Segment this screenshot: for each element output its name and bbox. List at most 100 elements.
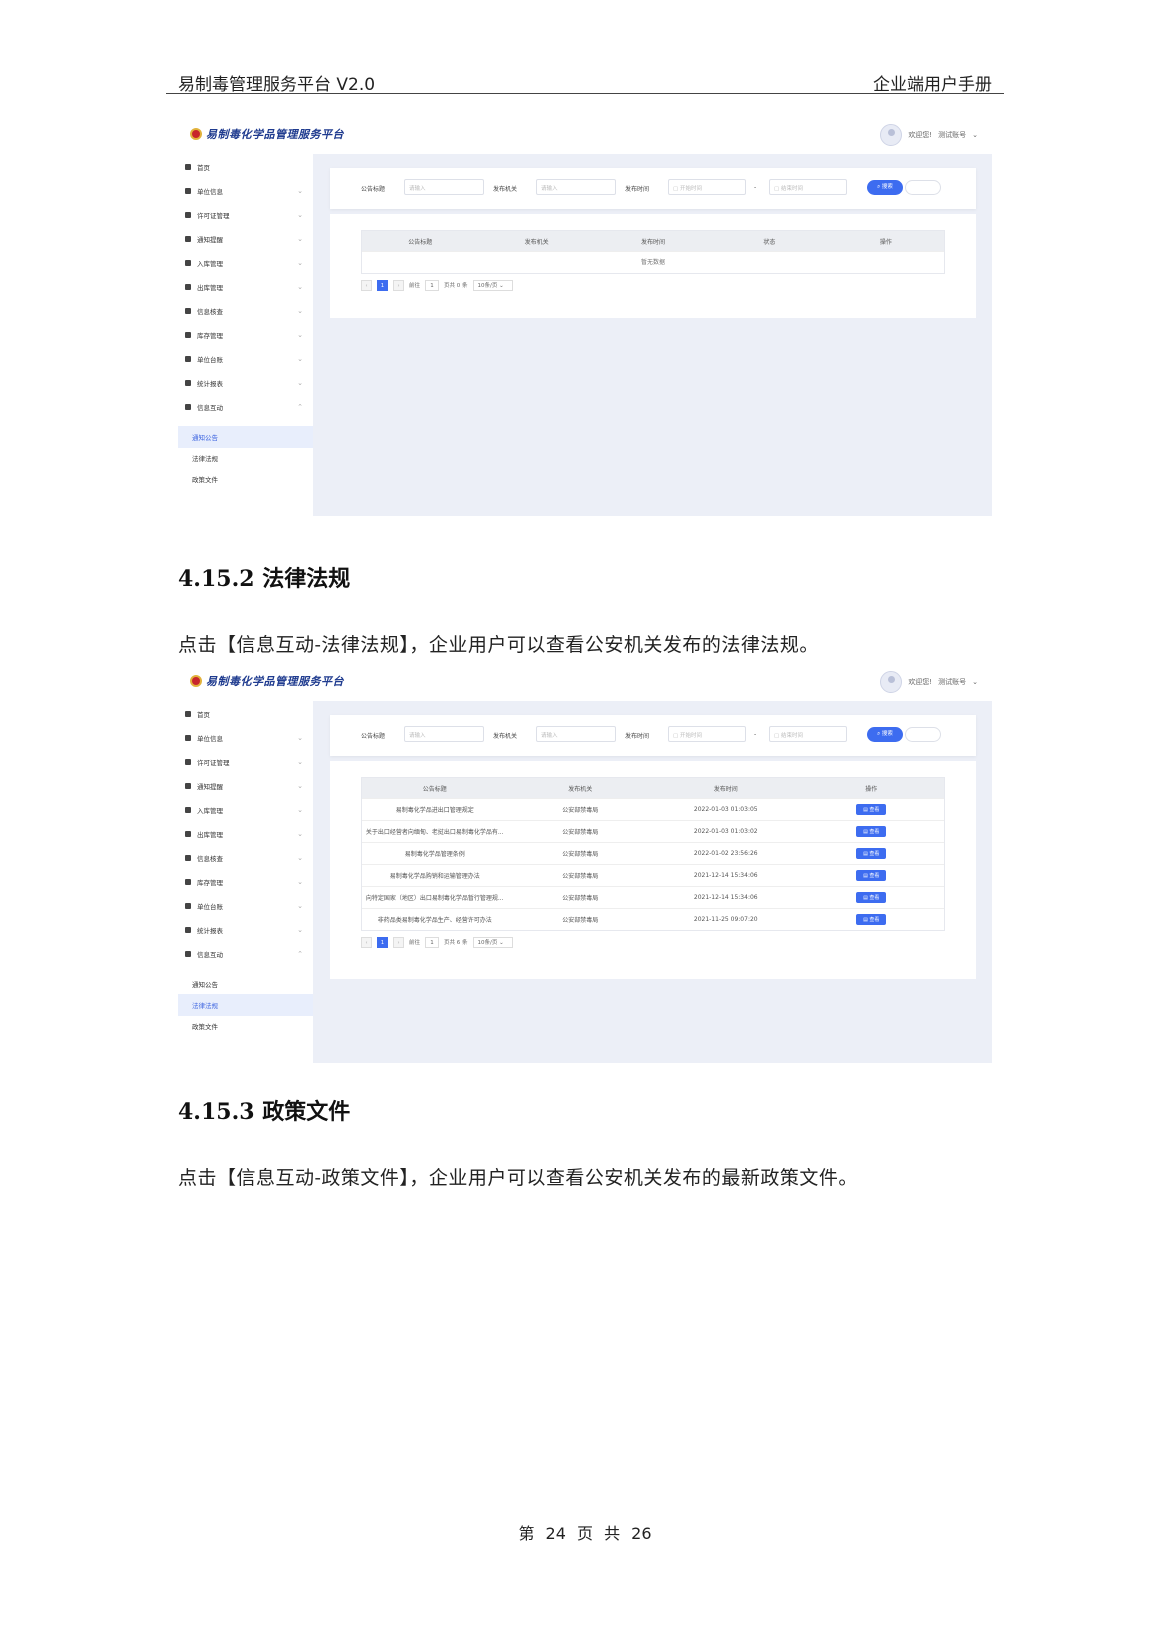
page-size-select[interactable]: 10条/页 ⌄ <box>472 936 513 948</box>
pagination: ‹ 1 › 前往 1 页共 0 条 10条/页 ⌄ <box>361 276 513 294</box>
chevron-down-icon: ⌄ <box>297 926 303 934</box>
main-content: 公告标题 请输入 发布机关 请输入 发布时间 ▢ 开始时间 - ▢ 结束时间 ⌕ 搜索 公告标题… <box>313 701 992 1063</box>
end-date-input[interactable]: ▢ 结束时间 <box>769 726 847 742</box>
empty-state: 暂无数据 <box>362 251 944 273</box>
org-input[interactable]: 请输入 <box>536 726 616 742</box>
police-emblem-icon <box>190 675 202 687</box>
user-name[interactable]: 测试账号 <box>938 677 966 687</box>
date-separator: - <box>754 731 757 738</box>
sidebar-item-label: 单位台账 <box>197 903 223 911</box>
title-input[interactable]: 请输入 <box>404 179 484 195</box>
sidebar-item-label: 库存管理 <box>197 879 223 887</box>
view-button[interactable]: ▤ 查看 <box>856 892 887 903</box>
prev-page-button[interactable]: ‹ <box>361 279 372 291</box>
view-button[interactable]: ▤ 查看 <box>856 914 887 925</box>
menu-item-icon <box>185 855 191 861</box>
sidebar-item-label: 统计报表 <box>197 380 223 388</box>
chevron-down-icon: ⌄ <box>297 259 303 267</box>
page-jump-input[interactable]: 1 <box>425 279 440 291</box>
sidebar-item[interactable]: 首页 <box>178 703 313 725</box>
chevron-down-icon: ⌄ <box>297 782 303 790</box>
view-button[interactable]: ▤ 查看 <box>856 804 887 815</box>
search-button[interactable]: ⌕ 搜索 <box>867 180 903 195</box>
sidebar-subitem[interactable]: 政策文件 <box>178 468 313 490</box>
sidebar-item[interactable]: 通知提醒 ⌄ <box>178 228 313 250</box>
time-label: 发布时间 <box>625 186 650 193</box>
notice-table: 公告标题 发布机关 发布时间 状态 操作 暂无数据 <box>361 230 945 274</box>
sidebar-item[interactable]: 许可证管理 ⌄ <box>178 751 313 773</box>
sidebar-subitem[interactable]: 通知公告 <box>178 426 313 448</box>
page-number[interactable]: 1 <box>377 279 388 291</box>
page-number[interactable]: 1 <box>377 936 388 948</box>
table-row: 关于出口经营者向缅甸、老挝出口易制毒化学品有... 公安部禁毒局 2022-01-0… <box>362 820 944 842</box>
chevron-up-icon: ⌃ <box>297 403 303 411</box>
avatar[interactable] <box>880 671 903 693</box>
view-button[interactable]: ▤ 查看 <box>856 826 887 837</box>
column-header: 公告标题 <box>422 785 447 793</box>
menu-item-icon <box>185 927 191 933</box>
sidebar-item[interactable]: 单位信息 ⌄ <box>178 180 313 202</box>
column-header: 发布机关 <box>524 238 549 246</box>
menu-item-icon <box>185 807 191 813</box>
next-page-button[interactable]: › <box>393 936 404 948</box>
sidebar-item-label: 许可证管理 <box>197 759 230 767</box>
sidebar-item[interactable]: 统计报表 ⌄ <box>178 919 313 941</box>
view-button[interactable]: ▤ 查看 <box>856 870 887 881</box>
column-header: 发布时间 <box>641 238 666 246</box>
start-date-input[interactable]: ▢ 开始时间 <box>668 179 746 195</box>
sidebar-subitem[interactable]: 通知公告 <box>178 973 313 995</box>
sidebar-item[interactable]: 库存管理 ⌄ <box>178 871 313 893</box>
screenshot-laws: 易制毒化学品管理服务平台 欢迎您! 测试账号 ⌄ 首页 单位信息 ⌄ 许可证管理 ⌄ 通知提醒… <box>178 665 992 1063</box>
view-button[interactable]: ▤ 查看 <box>856 848 887 859</box>
sidebar-item[interactable]: 通知提醒 ⌄ <box>178 775 313 797</box>
org-input[interactable]: 请输入 <box>536 179 616 195</box>
next-page-button[interactable]: › <box>393 279 404 291</box>
end-date-input[interactable]: ▢ 结束时间 <box>769 179 847 195</box>
cell-action: ▤ 查看 <box>799 914 945 925</box>
sidebar-item-label: 单位信息 <box>197 188 223 196</box>
cell-time: 2022-01-03 01:03:05 <box>693 806 758 813</box>
user-info[interactable]: 欢迎您! 测试账号 ⌄ <box>880 671 978 693</box>
cell-org: 公安部禁毒局 <box>562 917 599 924</box>
sidebar-item[interactable]: 信息核查 ⌄ <box>178 300 313 322</box>
sidebar-item[interactable]: 单位台账 ⌄ <box>178 895 313 917</box>
sidebar-item[interactable]: 信息互动 ⌃ <box>178 396 313 418</box>
column-header: 发布时间 <box>713 785 738 793</box>
prev-page-button[interactable]: ‹ <box>361 936 372 948</box>
sidebar-item[interactable]: 统计报表 ⌄ <box>178 372 313 394</box>
chevron-down-icon: ⌄ <box>297 307 303 315</box>
sidebar-subitem[interactable]: 法律法规 <box>178 447 313 469</box>
search-button[interactable]: ⌕ 搜索 <box>867 727 903 742</box>
sidebar-item[interactable]: 出库管理 ⌄ <box>178 276 313 298</box>
section-heading-laws: 4.15.2 法律法规 <box>178 566 351 592</box>
sidebar-item[interactable]: 信息互动 ⌃ <box>178 943 313 965</box>
sidebar-item[interactable]: 信息核查 ⌄ <box>178 847 313 869</box>
reset-button[interactable] <box>905 180 941 195</box>
start-date-input[interactable]: ▢ 开始时间 <box>668 726 746 742</box>
sidebar-item[interactable]: 入库管理 ⌄ <box>178 252 313 274</box>
app-logo-text: 易制毒化学品管理服务平台 <box>206 675 344 688</box>
cell-action: ▤ 查看 <box>799 892 945 903</box>
user-info[interactable]: 欢迎您! 测试账号 ⌄ <box>880 124 978 146</box>
sidebar-subitem[interactable]: 政策文件 <box>178 1015 313 1037</box>
menu-item-icon <box>185 380 191 386</box>
cell-time: 2021-11-25 09:07:20 <box>693 916 758 923</box>
sidebar-subitem[interactable]: 法律法规 <box>178 994 313 1016</box>
sidebar-item[interactable]: 首页 <box>178 156 313 178</box>
menu-item-icon <box>185 164 191 170</box>
reset-button[interactable] <box>905 727 941 742</box>
column-header: 状态 <box>763 238 776 246</box>
sidebar-item[interactable]: 出库管理 ⌄ <box>178 823 313 845</box>
title-input[interactable]: 请输入 <box>404 726 484 742</box>
sidebar-item[interactable]: 单位台账 ⌄ <box>178 348 313 370</box>
avatar[interactable] <box>880 124 903 146</box>
sidebar-item[interactable]: 库存管理 ⌄ <box>178 324 313 346</box>
sidebar-item[interactable]: 单位信息 ⌄ <box>178 727 313 749</box>
chevron-up-icon: ⌃ <box>297 950 303 958</box>
page-size-select[interactable]: 10条/页 ⌄ <box>472 279 513 291</box>
page-jump-input[interactable]: 1 <box>425 936 440 948</box>
sidebar-item[interactable]: 入库管理 ⌄ <box>178 799 313 821</box>
user-name[interactable]: 测试账号 <box>938 130 966 140</box>
sidebar-item-label: 入库管理 <box>197 807 223 815</box>
sidebar-item[interactable]: 许可证管理 ⌄ <box>178 204 313 226</box>
